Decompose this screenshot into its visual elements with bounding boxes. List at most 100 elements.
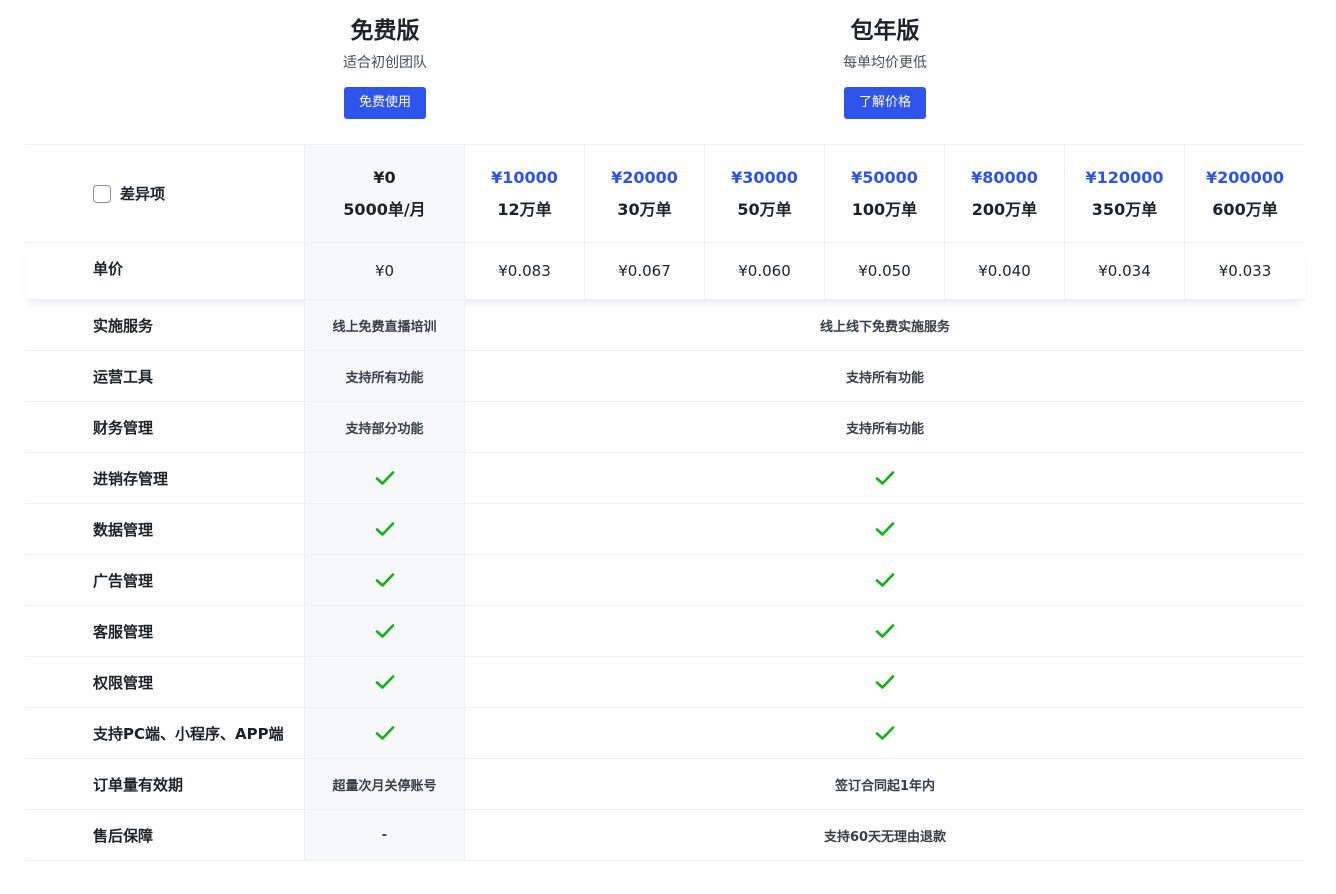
tier-price: ¥30000 (731, 167, 798, 187)
feature-paid-value: 支持所有功能 (465, 351, 1305, 401)
diff-toggle[interactable]: 差异项 (93, 183, 165, 204)
feature-free-value (305, 657, 465, 707)
feature-paid-value (465, 606, 1305, 656)
feature-free-value (305, 555, 465, 605)
tier-orders: 100万单 (851, 199, 918, 219)
feature-text: 线上线下免费实施服务 (819, 319, 950, 335)
feature-row: 运营工具 支持所有功能 支持所有功能 (25, 351, 1305, 402)
feature-free-value: 线上免费直播培训 (305, 300, 465, 350)
tier-price: ¥20000 (611, 167, 678, 187)
tier-unit-price: ¥0.083 (498, 262, 551, 280)
feature-paid-value: 支持所有功能 (465, 402, 1305, 452)
pricing-table: 差异项 ¥0 5000单/月 ¥10000 12万单 ¥20000 30万单 ¥30000 5… (25, 144, 1305, 861)
feature-row: 数据管理 (25, 504, 1305, 555)
tier-unit-price: ¥0 (374, 262, 395, 280)
tier-unit-cell: ¥0.034 (1065, 243, 1185, 299)
feature-free-value: 支持部分功能 (305, 402, 465, 452)
unit-price-row: 单价 ¥0 ¥0.083 ¥0.067 ¥0.060 ¥0.050 ¥0.040 ¥0.03… (25, 243, 1305, 300)
feature-text: 签订合同起1年内 (834, 778, 936, 794)
unit-price-label: 单价 (25, 243, 305, 299)
feature-row: 售后保障 - 支持60天无理由退款 (25, 810, 1305, 861)
check-icon (875, 522, 895, 536)
feature-free-value: 支持所有功能 (305, 351, 465, 401)
free-plan-header: 免费版 适合初创团队 免费使用 (305, 0, 465, 119)
feature-text: 支持部分功能 (345, 421, 424, 437)
feature-free-value (305, 453, 465, 503)
plan-header: 免费版 适合初创团队 免费使用 包年版 每单均价更低 了解价格 (0, 0, 1336, 144)
feature-paid-value (465, 657, 1305, 707)
feature-text: 支持所有功能 (845, 421, 924, 437)
tier-unit-price: ¥0.050 (858, 262, 911, 280)
feature-paid-value: 签订合同起1年内 (465, 759, 1305, 809)
feature-text: 线上免费直播培训 (332, 319, 437, 335)
tier-unit-price: ¥0.067 (618, 262, 671, 280)
feature-free-value (305, 606, 465, 656)
free-plan-title: 免费版 (350, 18, 420, 44)
tier-unit-price: ¥0.033 (1218, 262, 1272, 280)
tier-unit-cell: ¥0.040 (945, 243, 1065, 299)
tier-price-box: ¥0 5000单/月 (343, 167, 425, 221)
feature-row: 支持PC端、小程序、APP端 (25, 708, 1305, 759)
tier-unit-cell: ¥0.050 (825, 243, 945, 299)
free-use-button[interactable]: 免费使用 (343, 87, 426, 119)
feature-row: 客服管理 (25, 606, 1305, 657)
feature-text: 支持60天无理由退款 (823, 829, 947, 845)
check-icon (375, 624, 394, 638)
tier-price-cell: ¥80000 200万单 (945, 145, 1065, 242)
tier-price-box: ¥10000 12万单 (491, 167, 558, 221)
annual-plan-title: 包年版 (850, 18, 920, 44)
tier-price: ¥80000 (971, 167, 1038, 187)
tier-price: ¥10000 (491, 167, 558, 187)
check-icon (875, 471, 895, 485)
tier-price: ¥200000 (1206, 167, 1284, 187)
check-icon (875, 726, 895, 740)
check-icon (375, 573, 394, 587)
tier-price-cell: ¥10000 12万单 (465, 145, 585, 242)
check-icon (375, 675, 394, 689)
feature-text: 支持所有功能 (345, 370, 424, 386)
feature-row: 广告管理 (25, 555, 1305, 606)
diff-label: 差异项 (120, 185, 166, 203)
tier-orders: 50万单 (737, 199, 792, 219)
tier-price: ¥0 (373, 167, 396, 187)
tier-price-cell: ¥20000 30万单 (585, 145, 705, 242)
feature-paid-value (465, 453, 1305, 503)
feature-free-value: - (305, 810, 465, 860)
tier-orders: 350万单 (1091, 199, 1158, 219)
feature-row: 订单量有效期 超量次月关停账号 签订合同起1年内 (25, 759, 1305, 810)
tier-price-cell: ¥120000 350万单 (1065, 145, 1185, 242)
tier-price-box: ¥50000 100万单 (851, 167, 918, 221)
check-icon (375, 522, 394, 536)
feature-name: 广告管理 (25, 555, 305, 605)
feature-name: 进销存管理 (25, 453, 305, 503)
tier-unit-price: ¥0.060 (738, 262, 791, 280)
check-icon (875, 675, 895, 689)
feature-text: - (381, 827, 388, 843)
feature-text: 支持所有功能 (845, 370, 924, 386)
tier-price-cell: ¥50000 100万单 (825, 145, 945, 242)
feature-row: 实施服务 线上免费直播培训 线上线下免费实施服务 (25, 300, 1305, 351)
feature-name: 实施服务 (25, 300, 305, 350)
tier-unit-cell: ¥0.033 (1185, 243, 1305, 299)
feature-name: 权限管理 (25, 657, 305, 707)
feature-rows: 实施服务 线上免费直播培训 线上线下免费实施服务 运营工具 支持所有功能 支持所有功能 财务… (25, 300, 1305, 861)
tier-unit-cell: ¥0.067 (585, 243, 705, 299)
feature-row: 权限管理 (25, 657, 1305, 708)
tier-price: ¥120000 (1085, 167, 1164, 187)
tier-price-box: ¥120000 350万单 (1086, 167, 1164, 221)
feature-free-value (305, 708, 465, 758)
feature-free-value (305, 504, 465, 554)
feature-name: 订单量有效期 (25, 759, 305, 809)
feature-row: 财务管理 支持部分功能 支持所有功能 (25, 402, 1305, 453)
check-icon (375, 726, 394, 740)
tier-unit-cell: ¥0.060 (705, 243, 825, 299)
tier-orders: 30万单 (617, 199, 672, 219)
free-plan-subtitle: 适合初创团队 (343, 55, 427, 71)
check-icon (375, 471, 394, 485)
feature-paid-value: 线上线下免费实施服务 (465, 300, 1305, 350)
learn-price-button[interactable]: 了解价格 (843, 87, 926, 119)
tier-price-box: ¥30000 50万单 (731, 167, 798, 221)
tier-price-cell: ¥200000 600万单 (1185, 145, 1305, 242)
diff-checkbox[interactable] (93, 184, 111, 203)
feature-paid-value (465, 708, 1305, 758)
